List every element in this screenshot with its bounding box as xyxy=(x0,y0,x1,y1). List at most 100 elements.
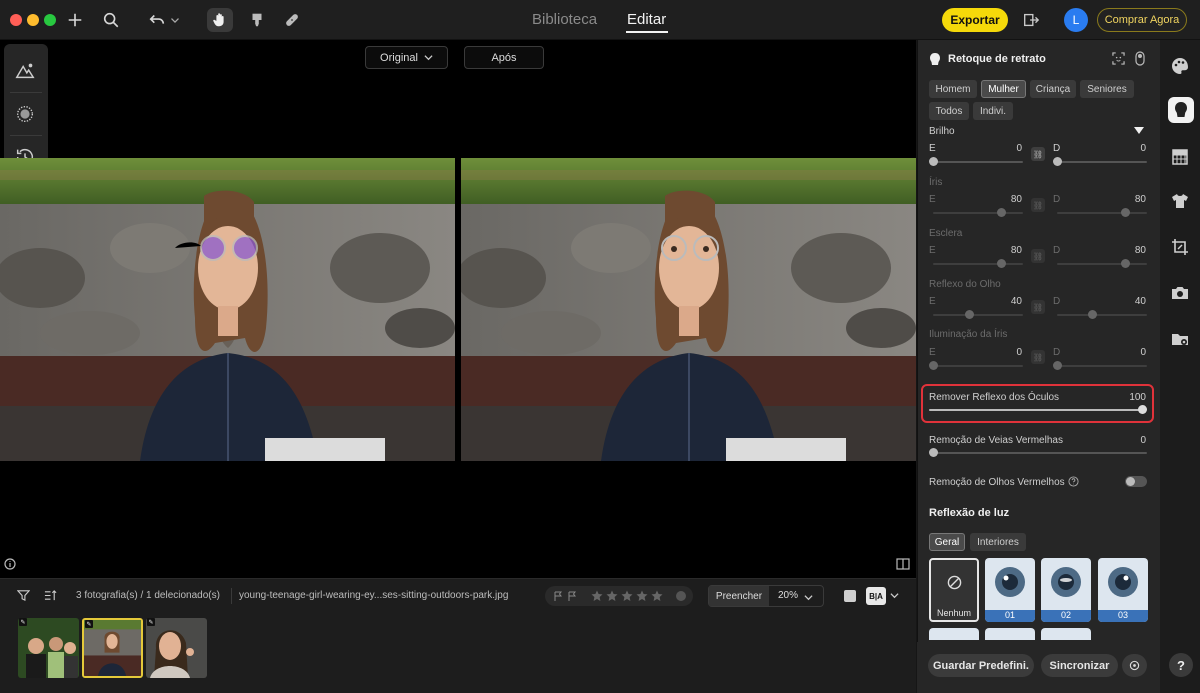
tab-general[interactable]: Geral xyxy=(929,533,965,551)
info-icon[interactable] xyxy=(4,558,16,570)
link-sliders-icon[interactable]: ⛓ xyxy=(1031,198,1045,212)
eye-reflex-d-knob[interactable] xyxy=(1088,310,1097,319)
filter-icon[interactable] xyxy=(16,589,31,605)
tab-library[interactable]: Biblioteca xyxy=(532,11,597,28)
help-icon[interactable]: ? xyxy=(1169,653,1193,677)
red-veins-knob[interactable] xyxy=(929,448,938,457)
palette-icon[interactable] xyxy=(1170,56,1192,78)
buy-now-button[interactable]: Comprar Agora xyxy=(1097,8,1187,32)
color-label-icon[interactable] xyxy=(676,591,686,601)
tab-edit[interactable]: Editar xyxy=(627,11,666,28)
brightness-d-knob[interactable] xyxy=(1053,157,1062,166)
face-detect-icon[interactable] xyxy=(1112,52,1125,65)
eye-reflex-e-slider[interactable] xyxy=(933,314,1023,316)
share-export-icon[interactable] xyxy=(1018,8,1044,32)
iris-e-knob[interactable] xyxy=(997,208,1006,217)
bandage-tool-icon[interactable] xyxy=(279,8,305,32)
iris-e-slider[interactable] xyxy=(933,212,1023,214)
preset-03[interactable]: 03 xyxy=(1098,558,1148,622)
compare-book-icon[interactable] xyxy=(896,558,910,570)
undo-icon[interactable] xyxy=(144,8,170,32)
clothing-icon[interactable] xyxy=(1170,191,1192,213)
sync-button[interactable]: Sincronizar xyxy=(1041,654,1118,677)
brightness-e-knob[interactable] xyxy=(929,157,938,166)
iris-light-d-knob[interactable] xyxy=(1053,361,1062,370)
link-sliders-icon[interactable]: ⛓ xyxy=(1031,249,1045,263)
sclera-e-knob[interactable] xyxy=(997,259,1006,268)
chip-mulher[interactable]: Mulher xyxy=(981,80,1026,98)
glasses-reflection-slider[interactable] xyxy=(929,409,1143,411)
brightness-d-slider[interactable] xyxy=(1057,161,1147,163)
fill-button[interactable]: Preencher xyxy=(709,586,769,606)
chevron-down-icon[interactable] xyxy=(804,593,813,602)
brightness-e-slider[interactable] xyxy=(933,161,1023,163)
preset-06-partial[interactable] xyxy=(1041,628,1091,640)
thumbnail-1[interactable] xyxy=(18,618,79,678)
toggle-switch-icon[interactable] xyxy=(1135,51,1145,66)
link-sliders-icon[interactable]: ⛓ xyxy=(1031,300,1045,314)
red-veins-slider[interactable] xyxy=(933,452,1147,454)
brush-tool-icon[interactable] xyxy=(244,8,270,32)
flag-reject-icon[interactable] xyxy=(567,591,577,601)
sclera-d-slider[interactable] xyxy=(1057,263,1147,265)
brightness-e-value: 0 xyxy=(1016,143,1022,154)
folder-settings-icon[interactable] xyxy=(1170,329,1192,351)
before-after-view-icon[interactable]: B|A xyxy=(866,587,886,605)
chip-crianca[interactable]: Criança xyxy=(1030,80,1076,98)
hand-tool-icon[interactable] xyxy=(207,8,233,32)
chip-seniores[interactable]: Seniores xyxy=(1080,80,1134,98)
view-mode-select[interactable]: Original xyxy=(365,46,448,69)
thumbnail-3[interactable] xyxy=(146,618,207,678)
iris-light-e-slider[interactable] xyxy=(933,365,1023,367)
zoom-level[interactable]: 20% xyxy=(778,590,798,601)
eye-reflex-d-slider[interactable] xyxy=(1057,314,1147,316)
dot-pattern-icon[interactable] xyxy=(14,103,38,127)
preset-01-label: 01 xyxy=(985,610,1035,622)
portrait-retouch-icon[interactable] xyxy=(1168,97,1194,123)
help-circle-icon[interactable] xyxy=(1068,476,1079,487)
preset-02[interactable]: 02 xyxy=(1041,558,1091,622)
export-button[interactable]: Exportar xyxy=(942,8,1008,32)
iris-d-value: 80 xyxy=(1134,194,1146,205)
triangle-down-icon[interactable] xyxy=(1134,127,1144,135)
red-eye-toggle[interactable] xyxy=(1125,476,1147,487)
add-icon[interactable] xyxy=(62,8,88,32)
close-window-button[interactable] xyxy=(10,14,22,26)
minimize-window-button[interactable] xyxy=(27,14,39,26)
link-sliders-icon[interactable]: ⛓ xyxy=(1031,350,1045,364)
after-view-button[interactable]: Após xyxy=(464,46,544,69)
iris-light-e-knob[interactable] xyxy=(929,361,938,370)
glasses-reflection-knob[interactable] xyxy=(1138,405,1147,414)
chip-todos[interactable]: Todos xyxy=(929,102,969,120)
preset-05-partial[interactable] xyxy=(985,628,1035,640)
adjust-scene-icon[interactable] xyxy=(14,60,38,84)
crop-transform-icon[interactable] xyxy=(1170,237,1192,259)
iris-light-d-slider[interactable] xyxy=(1057,365,1147,367)
preset-01[interactable]: 01 xyxy=(985,558,1035,622)
chevron-down-icon[interactable] xyxy=(890,591,899,600)
sync-settings-icon[interactable] xyxy=(1122,654,1147,677)
tab-interiors[interactable]: Interiores xyxy=(970,533,1026,551)
avatar[interactable]: L xyxy=(1064,8,1088,32)
zoom-window-button[interactable] xyxy=(44,14,56,26)
star-rating-icon[interactable] xyxy=(591,590,666,602)
camera-icon[interactable] xyxy=(1170,283,1192,305)
iris-d-knob[interactable] xyxy=(1121,208,1130,217)
eye-reflex-e-knob[interactable] xyxy=(965,310,974,319)
sclera-d-knob[interactable] xyxy=(1121,259,1130,268)
texture-grid-icon[interactable] xyxy=(1170,147,1192,169)
sclera-e-slider[interactable] xyxy=(933,263,1023,265)
preset-04-partial[interactable] xyxy=(929,628,979,640)
sort-icon[interactable] xyxy=(44,589,57,605)
single-view-icon[interactable] xyxy=(844,590,856,602)
chip-homem[interactable]: Homem xyxy=(929,80,977,98)
edited-badge-icon: ✎ xyxy=(85,620,93,628)
link-sliders-icon[interactable]: ⛓ xyxy=(1031,147,1045,161)
flag-pick-icon[interactable] xyxy=(553,591,563,601)
iris-d-slider[interactable] xyxy=(1057,212,1147,214)
undo-history-chevron-icon[interactable] xyxy=(168,8,182,32)
preset-none[interactable]: Nenhum xyxy=(929,558,979,622)
chip-individual[interactable]: Indivi. xyxy=(973,102,1013,120)
search-icon[interactable] xyxy=(98,8,124,32)
save-preset-button[interactable]: Guardar Predefini. xyxy=(928,654,1034,677)
